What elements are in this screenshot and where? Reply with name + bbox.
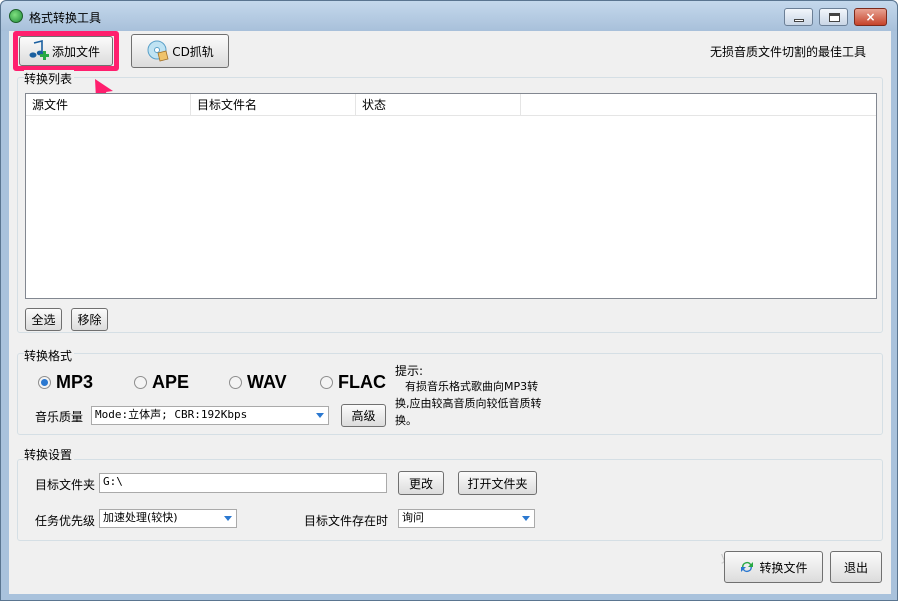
window-title: 格式转换工具: [29, 11, 102, 25]
convert-icon: [741, 562, 754, 572]
column-source-file[interactable]: 源文件: [26, 94, 191, 116]
app-window: 格式转换工具 × 添加文件 CD抓轨 无损音质文件切割的最佳工具 转换列表 源文…: [0, 0, 898, 601]
radio-ape-label: APE: [152, 372, 190, 392]
target-folder-label: 目标文件夹: [35, 478, 96, 492]
title-bar[interactable]: 格式转换工具 ×: [1, 1, 897, 31]
remove-button[interactable]: 移除: [71, 308, 108, 331]
minimize-icon: [794, 19, 804, 22]
radio-wav[interactable]: [229, 376, 242, 389]
file-exists-select[interactable]: 询问: [398, 509, 535, 528]
chevron-down-icon: [224, 516, 232, 521]
quality-select[interactable]: Mode:立体声; CBR:192Kbps: [91, 406, 329, 425]
select-all-button[interactable]: 全选: [25, 308, 62, 331]
close-button[interactable]: ×: [854, 8, 887, 26]
radio-wav-label: WAV: [247, 372, 287, 392]
radio-mp3[interactable]: [38, 376, 51, 389]
convert-list-view[interactable]: 源文件 目标文件名 状态: [25, 93, 877, 299]
list-header: 源文件 目标文件名 状态: [26, 94, 876, 116]
priority-select[interactable]: 加速处理(较快): [99, 509, 237, 528]
settings-group-label: 转换设置: [24, 446, 75, 463]
radio-mp3-label: MP3: [56, 372, 94, 392]
column-status[interactable]: 状态: [356, 94, 521, 116]
highlight-box: [13, 31, 119, 71]
radio-flac-label: FLAC: [338, 372, 386, 392]
minimize-button[interactable]: [784, 8, 813, 26]
convert-button[interactable]: 转换文件: [724, 551, 823, 583]
cd-rip-button[interactable]: CD抓轨: [131, 34, 229, 68]
cd-rip-label: CD抓轨: [172, 44, 214, 59]
advanced-button[interactable]: 高级: [341, 404, 386, 427]
target-folder-input[interactable]: G:\: [99, 473, 387, 493]
settings-group: [17, 459, 883, 541]
radio-flac[interactable]: [320, 376, 333, 389]
quality-value: Mode:立体声; CBR:192Kbps: [95, 408, 248, 421]
hint-title: 提示:: [395, 364, 424, 378]
quality-label: 音乐质量: [35, 410, 84, 424]
convert-list-label: 转换列表: [24, 70, 75, 87]
hint-text: 有损音乐格式歌曲向MP3转换,应由较高音质向较低音质转换。: [395, 380, 542, 427]
priority-value: 加速处理(较快): [103, 511, 178, 524]
file-exists-label: 目标文件存在时: [304, 514, 389, 528]
slogan-text: 无损音质文件切割的最佳工具: [710, 45, 867, 59]
column-target-name[interactable]: 目标文件名: [191, 94, 356, 116]
chevron-down-icon: [316, 413, 324, 418]
app-icon: [9, 9, 23, 23]
open-folder-button[interactable]: 打开文件夹: [458, 471, 537, 495]
cd-icon: [147, 40, 169, 62]
change-folder-button[interactable]: 更改: [398, 471, 444, 495]
file-exists-value: 询问: [402, 511, 424, 524]
radio-ape[interactable]: [134, 376, 147, 389]
main-panel: 添加文件 CD抓轨 无损音质文件切割的最佳工具 转换列表 源文件 目标文件名 状…: [9, 31, 891, 594]
maximize-button[interactable]: [819, 8, 848, 26]
close-icon: ×: [865, 10, 876, 24]
chevron-down-icon: [522, 516, 530, 521]
maximize-icon: [829, 13, 840, 22]
format-group-label: 转换格式: [24, 347, 75, 364]
exit-button[interactable]: 退出: [830, 551, 882, 583]
convert-label: 转换文件: [759, 560, 808, 575]
priority-label: 任务优先级: [35, 514, 96, 528]
